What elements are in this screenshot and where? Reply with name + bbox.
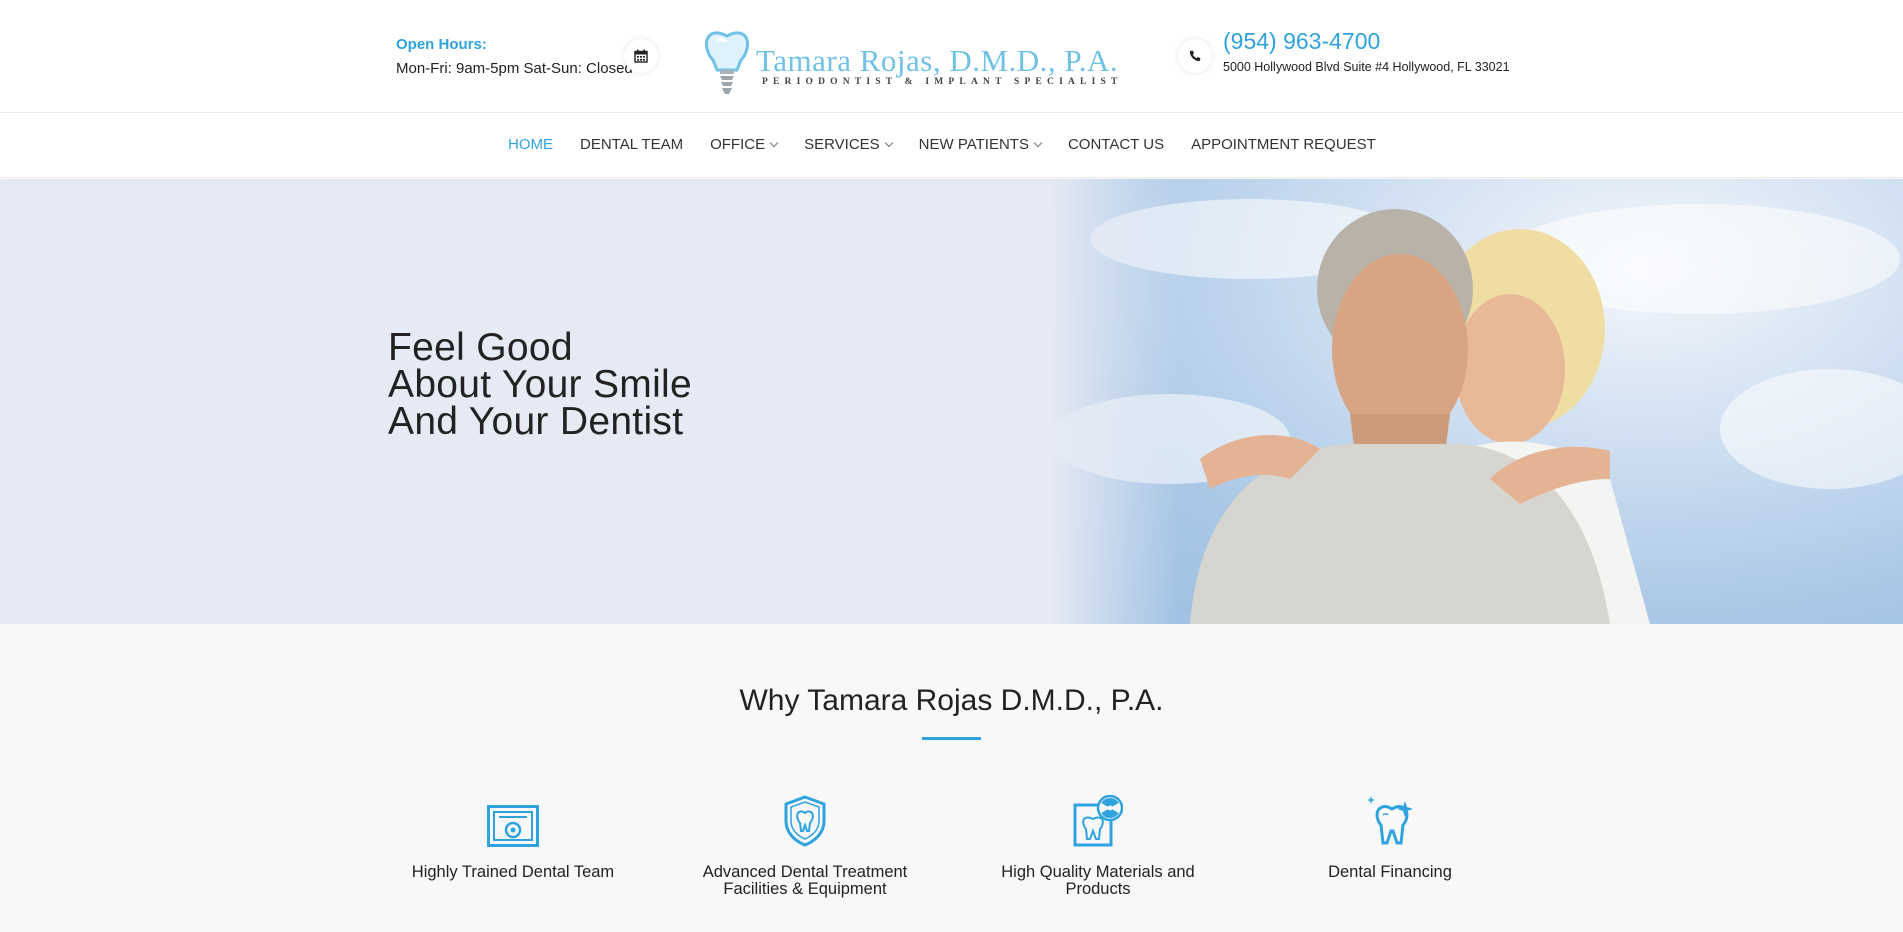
open-hours-value: Mon-Fri: 9am-5pm Sat-Sun: Closed [396, 60, 633, 77]
header: Open Hours: Mon-Fri: 9am-5pm Sat-Sun: Cl… [0, 0, 1903, 113]
tooth-implant-logo-icon [704, 31, 750, 94]
nav-item-label: DENTAL TEAM [580, 136, 684, 153]
logo-tagline: PERIODONTIST & IMPLANT SPECIALIST [762, 77, 1123, 87]
nav-item-services[interactable]: SERVICES [804, 136, 893, 153]
certificate-icon [383, 791, 643, 847]
feature-label: High Quality Materials and Products [1001, 863, 1195, 898]
chevron-down-icon [1033, 138, 1043, 148]
hero-line-1: Feel Good [388, 326, 573, 369]
open-hours: Open Hours: Mon-Fri: 9am-5pm Sat-Sun: Cl… [396, 36, 633, 77]
hero-line-3: And Your Dentist [388, 400, 684, 443]
feature-label: Highly Trained Dental Team [411, 863, 615, 881]
nav-item-office[interactable]: OFFICE [710, 136, 779, 153]
heading-underline [922, 737, 981, 740]
main-nav: HOME DENTAL TEAM OFFICE SERVICES NEW PAT… [0, 114, 1903, 178]
nav-item-label: HOME [508, 136, 553, 153]
feature-label: Dental Financing [1328, 863, 1452, 881]
nav-item-dental-team[interactable]: DENTAL TEAM [580, 136, 683, 153]
feature-item: Highly Trained Dental Team [383, 791, 643, 881]
feature-item: High Quality Materials and Products [968, 791, 1228, 898]
nav-item-contact-us[interactable]: CONTACT US [1068, 136, 1164, 153]
address: 5000 Hollywood Blvd Suite #4 Hollywood, … [1223, 60, 1510, 74]
nav-item-new-patients[interactable]: NEW PATIENTS [918, 136, 1043, 153]
tooth-shield-icon [675, 791, 935, 847]
hero-banner: Feel Good About Your Smile And Your Dent… [0, 179, 1903, 624]
hero-headline: Feel Good About Your Smile And Your Dent… [388, 326, 693, 443]
nav-item-label: OFFICE [710, 136, 766, 153]
nav-item-label: APPOINTMENT REQUEST [1191, 136, 1376, 153]
nav-item-appointment-request[interactable]: APPOINTMENT REQUEST [1191, 136, 1376, 153]
phone-icon [1178, 39, 1212, 73]
feature-item: Dental Financing [1260, 791, 1520, 881]
logo-wordmark: Tamara Rojas, D.M.D., P.A. [756, 43, 1119, 78]
sparkling-tooth-icon [1260, 791, 1520, 847]
features-section: Why Tamara Rojas D.M.D., P.A. Highly Tra… [0, 624, 1903, 932]
calendar-icon [624, 39, 658, 73]
feature-label: Advanced Dental Treatment Facilities & E… [702, 863, 908, 898]
nav-item-label: SERVICES [804, 136, 880, 153]
phone-number-link[interactable]: (954) 963-4700 [1223, 28, 1380, 55]
hero-line-2: About Your Smile [388, 363, 693, 406]
chevron-down-icon [769, 138, 779, 148]
feature-item: Advanced Dental Treatment Facilities & E… [675, 791, 935, 898]
chevron-down-icon [884, 138, 893, 148]
open-hours-label: Open Hours: [396, 36, 487, 53]
tooth-radiation-icon [968, 791, 1228, 847]
logo[interactable]: Tamara Rojas, D.M.D., P.A. PERIODONTIST … [703, 30, 1133, 102]
nav-item-label: CONTACT US [1067, 136, 1165, 153]
nav-item-label: NEW PATIENTS [918, 136, 1029, 153]
features-heading: Why Tamara Rojas D.M.D., P.A. [739, 684, 1164, 717]
nav-item-home[interactable]: HOME [508, 136, 553, 153]
